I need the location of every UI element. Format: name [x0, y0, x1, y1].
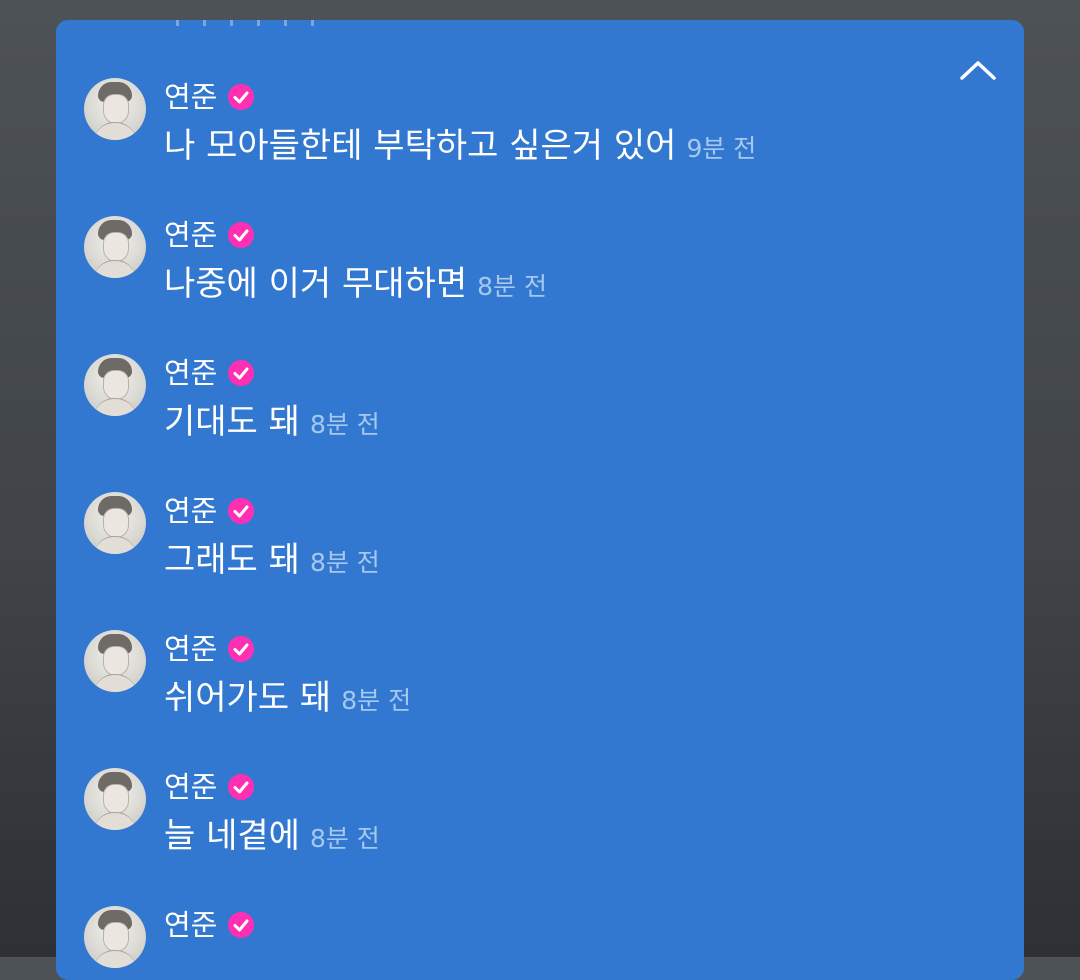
avatar[interactable] [84, 78, 146, 140]
message-timestamp: 8분 전 [309, 410, 380, 439]
verified-badge-icon [228, 636, 255, 662]
chat-message: 연준 늘 네곁에 8분 전 [84, 768, 984, 868]
username: 연준 [164, 770, 218, 804]
avatar[interactable] [84, 906, 146, 968]
message-text: 기대도 돼 [164, 402, 300, 442]
message-text: 늘 네곁에 [164, 816, 300, 856]
verified-badge-icon [228, 360, 255, 386]
chat-message: 연준 쉬어가도 돼 8분 전 [84, 630, 984, 730]
message-timestamp: 8분 전 [477, 272, 547, 301]
chat-panel: 연준 나 모아들한테 부탁하고 싶은거 있어 9분 전 연준 나중에 이거 무대… [56, 20, 1024, 980]
username: 연준 [164, 632, 218, 666]
message-timestamp: 8분 전 [309, 548, 380, 577]
chat-message: 연준 기대도 돼 8분 전 [84, 354, 984, 454]
avatar[interactable] [84, 768, 146, 830]
message-timestamp: 8분 전 [309, 824, 380, 853]
avatar[interactable] [84, 216, 146, 278]
verified-badge-icon [228, 498, 255, 524]
message-text: 나중에 이거 무대하면 [164, 264, 468, 304]
message-timestamp: 8분 전 [341, 686, 412, 715]
message-text: 쉬어가도 돼 [164, 678, 332, 718]
message-text: 그래도 돼 [164, 540, 300, 580]
message-text: 나 모아들한테 부탁하고 싶은거 있어 [164, 126, 677, 166]
verified-badge-icon [228, 774, 255, 800]
chat-message: 연준 [84, 906, 984, 980]
username: 연준 [164, 356, 218, 390]
username: 연준 [164, 494, 218, 528]
chat-message: 연준 나중에 이거 무대하면 8분 전 [84, 216, 984, 316]
chat-message: 연준 그래도 돼 8분 전 [84, 492, 984, 592]
verified-badge-icon [228, 222, 255, 248]
chat-message: 연준 나 모아들한테 부탁하고 싶은거 있어 9분 전 [84, 78, 984, 178]
verified-badge-icon [228, 84, 255, 110]
verified-badge-icon [228, 912, 255, 938]
scroll-fade-edge [176, 20, 476, 30]
username: 연준 [164, 80, 218, 114]
message-timestamp: 9분 전 [686, 134, 757, 163]
avatar[interactable] [84, 354, 146, 416]
username: 연준 [164, 218, 218, 252]
avatar[interactable] [84, 492, 146, 554]
avatar[interactable] [84, 630, 146, 692]
username: 연준 [164, 908, 218, 942]
